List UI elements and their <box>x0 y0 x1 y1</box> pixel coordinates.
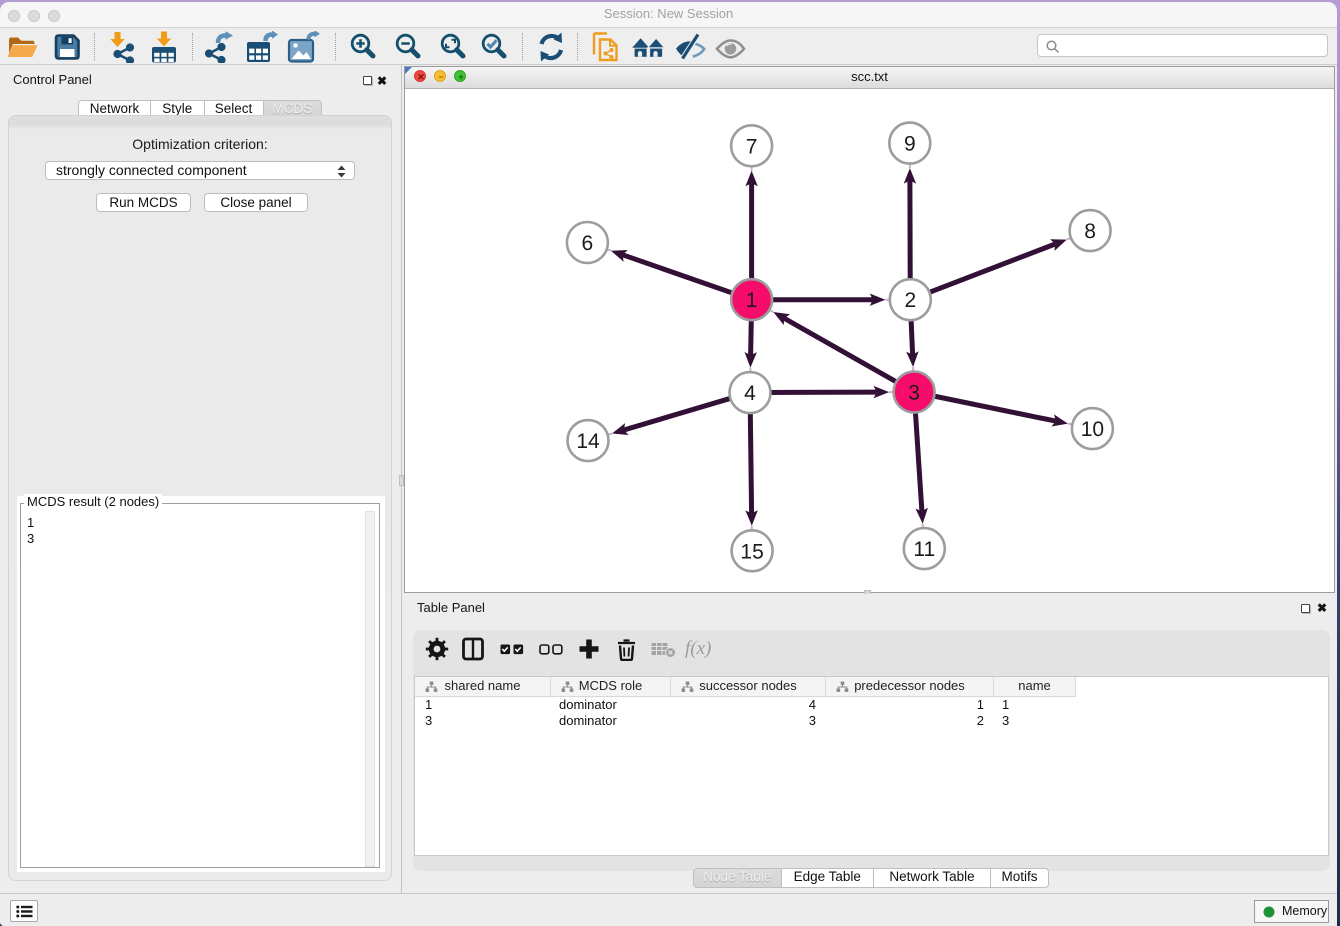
svg-text:14: 14 <box>576 430 600 453</box>
svg-text:10: 10 <box>1081 418 1104 441</box>
svg-text:7: 7 <box>746 135 758 158</box>
svg-text:9: 9 <box>904 132 916 155</box>
svg-text:15: 15 <box>740 540 763 563</box>
svg-text:8: 8 <box>1084 220 1096 243</box>
svg-text:11: 11 <box>913 538 935 561</box>
svg-text:6: 6 <box>582 232 594 255</box>
svg-text:1: 1 <box>746 289 758 312</box>
svg-text:3: 3 <box>908 381 920 404</box>
svg-text:2: 2 <box>904 289 916 312</box>
svg-text:4: 4 <box>744 382 756 405</box>
